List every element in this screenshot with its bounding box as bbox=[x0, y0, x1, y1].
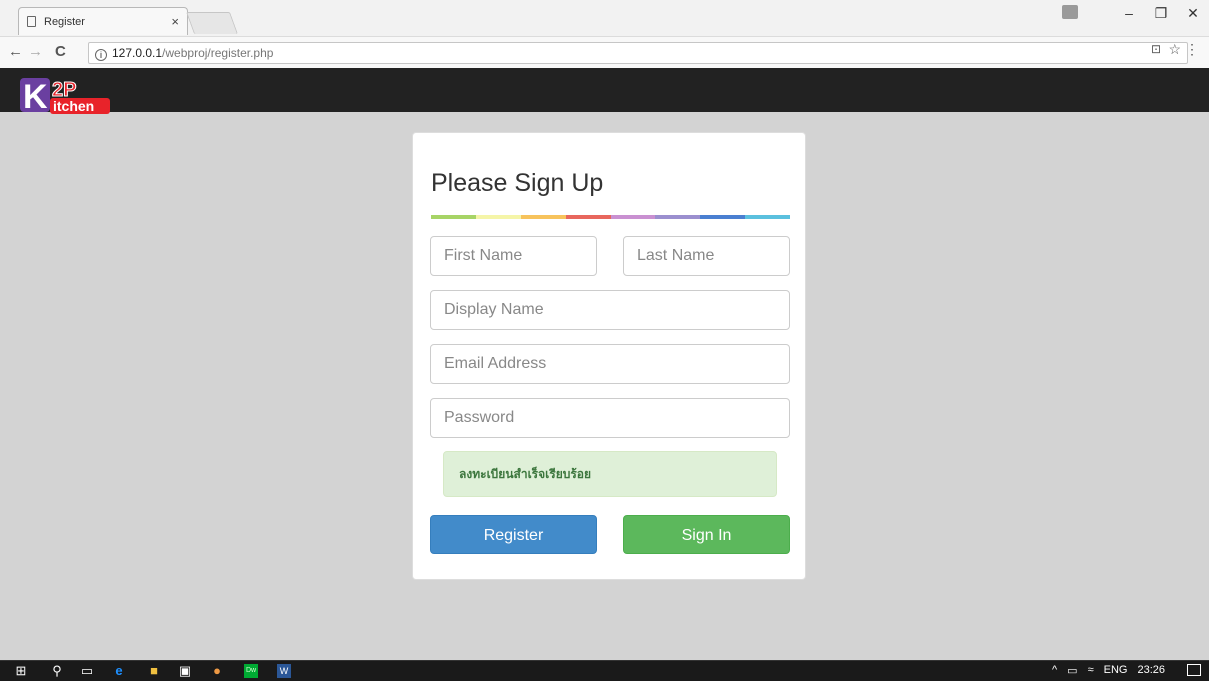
search-icon[interactable]: ⚲ bbox=[50, 664, 64, 678]
chevron-up-icon[interactable]: ^ bbox=[1052, 664, 1057, 677]
battery-icon[interactable]: ▭ bbox=[1067, 664, 1077, 677]
notification-icon[interactable] bbox=[1187, 664, 1201, 676]
window-controls: – ❐ ✕ bbox=[1113, 0, 1209, 26]
windows-taskbar: ⊞ ⚲ ▭ e ■ ▣ ● Dw W ^ ▭ ≈ ENG 23:26 bbox=[0, 660, 1209, 681]
edge-icon[interactable]: e bbox=[112, 664, 126, 678]
first-name-input[interactable]: First Name bbox=[430, 236, 597, 276]
rainbow-segment bbox=[745, 215, 790, 219]
tab-title: Register bbox=[44, 15, 85, 28]
last-name-input[interactable]: Last Name bbox=[623, 236, 790, 276]
logo-k: K bbox=[23, 78, 48, 116]
page-icon bbox=[27, 16, 36, 27]
register-button[interactable]: Register bbox=[430, 515, 597, 554]
tab-close-icon[interactable]: × bbox=[171, 14, 179, 29]
system-tray: ^ ▭ ≈ ENG 23:26 bbox=[1052, 664, 1189, 677]
restore-icon[interactable]: ❐ bbox=[1145, 0, 1177, 26]
form-title: Please Sign Up bbox=[431, 169, 604, 197]
menu-icon[interactable]: ⋮ bbox=[1185, 41, 1199, 58]
forward-icon[interactable]: → bbox=[28, 43, 43, 60]
dreamweaver-icon[interactable]: Dw bbox=[244, 664, 258, 678]
rainbow-segment bbox=[565, 215, 611, 219]
new-tab-button[interactable] bbox=[185, 12, 239, 34]
browser-chrome: Register × – ❐ ✕ ← → C i 127.0.0.1/webpro… bbox=[0, 0, 1209, 68]
address-bar[interactable]: i 127.0.0.1/webproj/register.php bbox=[88, 42, 1188, 64]
rainbow-segment bbox=[520, 215, 566, 219]
reload-icon[interactable]: C bbox=[55, 43, 66, 60]
explorer-icon[interactable]: ■ bbox=[147, 664, 161, 678]
info-icon[interactable]: i bbox=[95, 49, 107, 61]
language-indicator[interactable]: ENG bbox=[1104, 664, 1128, 677]
user-icon[interactable] bbox=[1062, 5, 1078, 19]
sign-in-button[interactable]: Sign In bbox=[623, 515, 790, 554]
rainbow-segment bbox=[431, 215, 476, 219]
task-view-icon[interactable]: ▭ bbox=[80, 664, 94, 678]
star-icon[interactable]: ☆ bbox=[1168, 41, 1181, 58]
word-icon[interactable]: W bbox=[277, 664, 291, 678]
browser-toolbar: ← → C i 127.0.0.1/webproj/register.php ⊡ … bbox=[0, 36, 1209, 68]
password-input[interactable]: Password bbox=[430, 398, 790, 438]
site-navbar bbox=[0, 68, 1209, 112]
url-host: 127.0.0.1 bbox=[112, 46, 163, 60]
success-alert: ลงทะเบียนสำเร็จเรียบร้อย bbox=[443, 451, 777, 497]
email-input[interactable]: Email Address bbox=[430, 344, 790, 384]
logo-kitchen: itchen bbox=[53, 98, 94, 114]
browser-tab[interactable]: Register × bbox=[18, 7, 188, 35]
windows-icon[interactable]: ⊞ bbox=[14, 664, 28, 678]
rainbow-divider bbox=[431, 215, 790, 219]
back-icon[interactable]: ← bbox=[8, 43, 23, 60]
chrome-icon[interactable]: ● bbox=[210, 664, 224, 678]
rainbow-segment bbox=[700, 215, 746, 219]
display-name-input[interactable]: Display Name bbox=[430, 290, 790, 330]
wifi-icon[interactable]: ≈ bbox=[1088, 664, 1094, 677]
rainbow-segment bbox=[655, 215, 701, 219]
minimize-icon[interactable]: – bbox=[1113, 0, 1145, 26]
url-path: /webproj/register.php bbox=[162, 46, 274, 60]
rainbow-segment bbox=[475, 215, 521, 219]
rainbow-segment bbox=[610, 215, 656, 219]
close-window-icon[interactable]: ✕ bbox=[1177, 0, 1209, 26]
clock[interactable]: 23:26 bbox=[1137, 664, 1165, 677]
store-icon[interactable]: ▣ bbox=[178, 664, 192, 678]
translate-icon[interactable]: ⊡ bbox=[1151, 42, 1161, 56]
signup-card: Please Sign Up First Name Last Name Disp… bbox=[412, 132, 806, 580]
site-logo[interactable]: K 2P itchen bbox=[20, 76, 112, 116]
